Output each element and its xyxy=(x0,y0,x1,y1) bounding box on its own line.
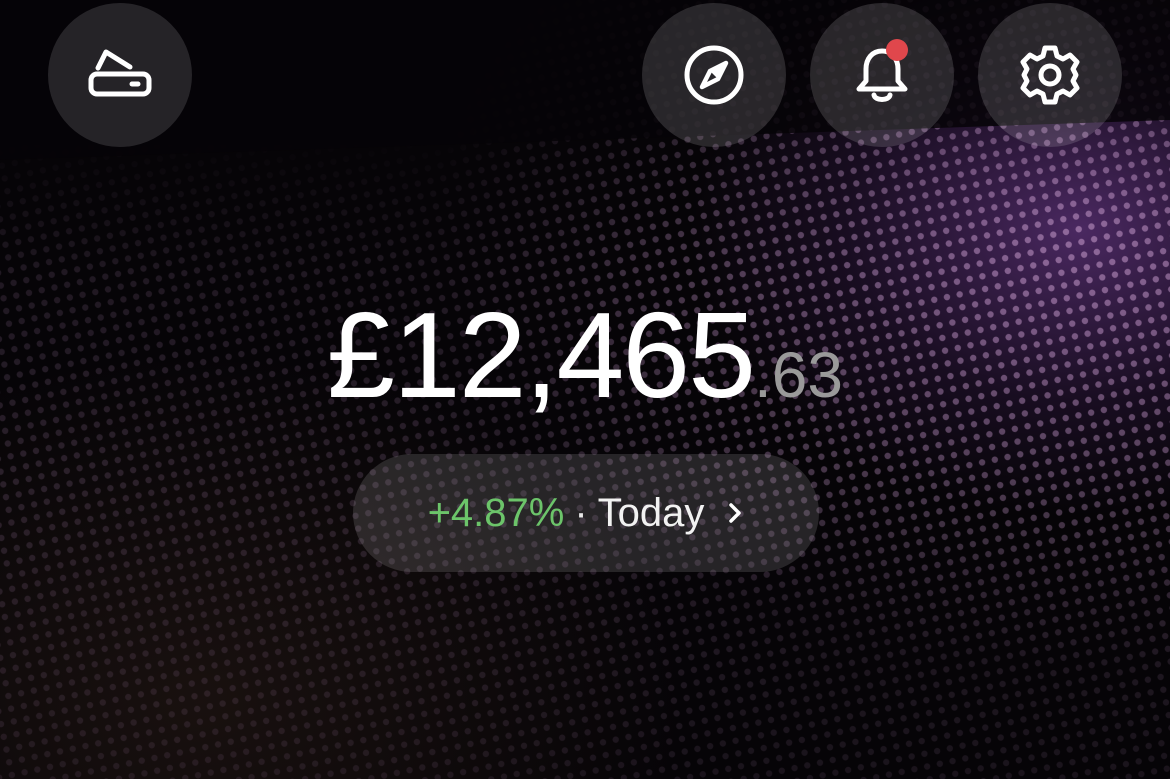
explore-button[interactable] xyxy=(642,3,786,147)
home-screen: £12,465.63 +4.87% · Today xyxy=(0,0,1170,779)
change-period: Today xyxy=(597,490,705,535)
balance-amount: £12,465.63 xyxy=(0,285,1170,425)
notifications-button[interactable] xyxy=(810,3,954,147)
change-percent: +4.87% xyxy=(427,490,565,535)
notification-badge xyxy=(886,39,908,61)
chevron-right-icon xyxy=(726,500,744,526)
gear-icon xyxy=(1020,45,1080,105)
balance-currency: £ xyxy=(327,287,395,423)
compass-icon xyxy=(684,45,744,105)
balance-decimal: .63 xyxy=(754,339,843,411)
daily-change-pill[interactable]: +4.87% · Today xyxy=(353,454,819,572)
settings-button[interactable] xyxy=(978,3,1122,147)
balance-whole: 12,465 xyxy=(392,287,756,423)
card-tilt-icon xyxy=(88,49,152,97)
change-separator: · xyxy=(574,490,588,535)
card-button[interactable] xyxy=(48,3,192,147)
